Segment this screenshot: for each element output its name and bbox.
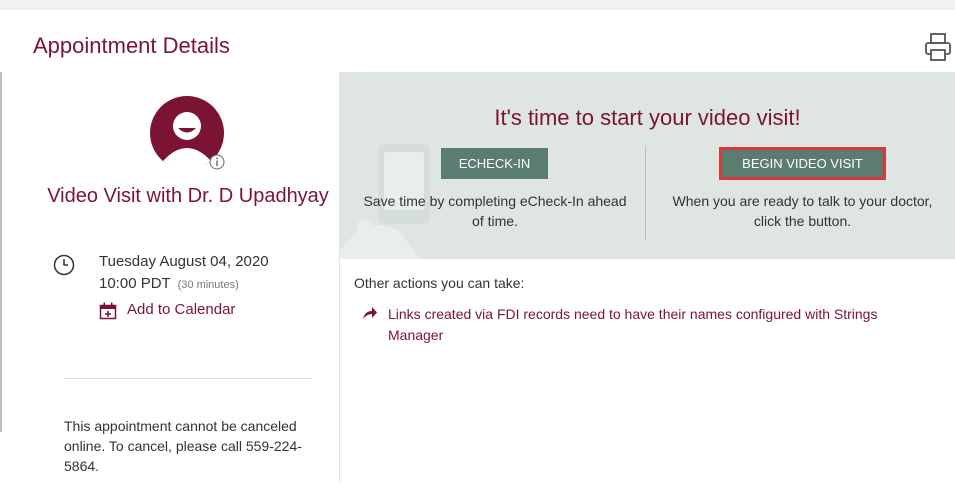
appointment-date: Tuesday August 04, 2020	[99, 253, 269, 270]
panel-separator	[645, 146, 646, 241]
clock-icon	[53, 254, 75, 276]
echeck-in-description: Save time by completing eCheck-In ahead …	[363, 193, 627, 229]
begin-video-visit-description: When you are ready to talk to your docto…	[672, 193, 933, 229]
cancel-note: This appointment cannot be canceled onli…	[64, 418, 302, 474]
action-link[interactable]: Links created via FDI records need to ha…	[388, 304, 928, 346]
top-bar	[0, 0, 955, 10]
page-title: Appointment Details	[33, 33, 230, 58]
appointment-time: 10:00 PDT (30 minutes)	[99, 275, 239, 292]
add-to-calendar-link[interactable]: Add to Calendar	[127, 301, 235, 318]
section-divider	[64, 378, 312, 379]
begin-video-visit-button[interactable]: BEGIN VIDEO VISIT	[719, 147, 886, 180]
other-actions-heading: Other actions you can take:	[354, 275, 525, 291]
info-icon[interactable]	[209, 154, 225, 170]
left-edge-line	[0, 72, 2, 432]
visit-title: Video Visit with Dr. D Upadhyay	[47, 185, 329, 207]
echeck-in-button[interactable]: ECHECK-IN	[441, 148, 548, 179]
appointment-duration: (30 minutes)	[177, 279, 239, 291]
video-visit-heading: It's time to start your video visit!	[494, 105, 801, 130]
printer-icon[interactable]	[924, 30, 955, 64]
video-visit-panel: It's time to start your video visit! ECH…	[340, 72, 955, 259]
appointment-time-value: 10:00 PDT	[99, 275, 171, 292]
share-arrow-icon	[363, 307, 377, 319]
appointment-summary-panel: Video Visit with Dr. D Upadhyay Tuesday …	[37, 72, 340, 482]
calendar-add-icon[interactable]	[99, 302, 117, 320]
